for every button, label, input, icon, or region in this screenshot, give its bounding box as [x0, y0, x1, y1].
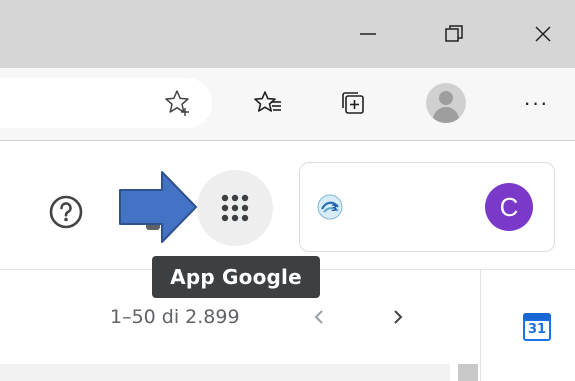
help-button[interactable]	[44, 190, 88, 234]
apps-grid-icon	[221, 194, 249, 222]
chevron-left-icon	[314, 310, 323, 324]
favorites-icon	[254, 91, 281, 112]
star-add-icon	[165, 90, 189, 116]
window-titlebar	[0, 0, 575, 68]
favorites-button[interactable]	[246, 81, 290, 125]
collections-icon	[342, 92, 364, 114]
profile-avatar	[426, 83, 466, 123]
svg-text:3: 3	[331, 204, 337, 214]
profile-button[interactable]	[424, 81, 468, 125]
minimize-icon	[360, 33, 376, 35]
browser-toolbar: ···	[0, 68, 575, 141]
organization-logo-icon: 3	[317, 194, 343, 220]
restore-icon	[445, 25, 463, 42]
account-avatar[interactable]: C	[485, 183, 533, 231]
more-button[interactable]: ···	[514, 81, 558, 125]
more-dots-icon: ···	[523, 90, 549, 115]
scrollbar-thumb[interactable]	[458, 364, 478, 381]
help-icon	[49, 195, 83, 229]
restore-button[interactable]	[434, 14, 474, 54]
previous-page-button[interactable]	[302, 300, 336, 334]
mail-list-top	[0, 364, 450, 381]
next-page-button[interactable]	[381, 300, 415, 334]
calendar-button[interactable]: 31	[522, 312, 552, 342]
collections-button[interactable]	[331, 81, 375, 125]
apps-tooltip: App Google	[152, 256, 320, 298]
calendar-day: 31	[527, 322, 547, 337]
close-icon	[535, 26, 551, 42]
account-switcher[interactable]: 3 C	[299, 162, 555, 252]
add-favorite-button[interactable]	[156, 81, 200, 125]
address-bar[interactable]	[0, 78, 212, 128]
annotation-arrow	[119, 171, 197, 243]
chevron-right-icon	[394, 310, 403, 324]
minimize-button[interactable]	[348, 14, 388, 54]
google-apps-button[interactable]	[197, 170, 273, 246]
close-button[interactable]	[523, 14, 563, 54]
pagination-count: 1–50 di 2.899	[110, 306, 240, 328]
